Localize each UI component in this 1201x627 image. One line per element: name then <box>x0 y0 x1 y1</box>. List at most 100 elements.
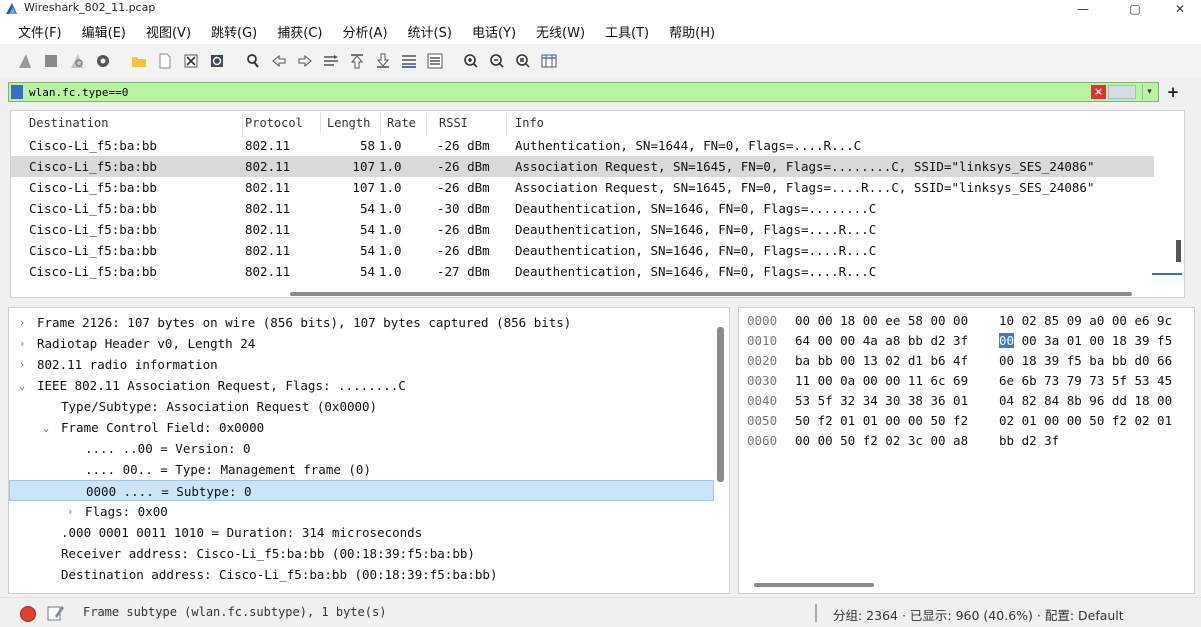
go-forward-icon[interactable] <box>294 50 316 72</box>
filter-history-chevron-down-icon[interactable]: ▾ <box>1142 84 1156 100</box>
column-header-rssi[interactable]: RSSI <box>431 113 507 133</box>
hex-row[interactable]: 0010 64 00 00 4a a8 bb d2 3f 00 00 3a 01 0… <box>739 331 1194 351</box>
collapsed-chevron-right-icon[interactable]: › <box>63 501 77 522</box>
column-header-destination[interactable]: Destination <box>21 113 243 133</box>
cell-protocol: 802.11 <box>245 180 291 195</box>
cell-info: Association Request, SN=1645, FN=0, Flag… <box>515 180 1095 195</box>
resize-columns-icon[interactable] <box>538 50 560 72</box>
column-header-info[interactable]: Info <box>507 113 1153 133</box>
hex-row[interactable]: 0060 00 00 50 f2 02 3c 00 a8 bb d2 3f <box>739 431 1194 451</box>
minimize-button[interactable]: — <box>1063 0 1103 18</box>
hex-selected-byte[interactable]: 00 <box>999 333 1015 348</box>
collapsed-chevron-right-icon[interactable]: › <box>15 333 29 354</box>
cell-rate: 1.0 <box>379 159 402 174</box>
detail-tree-item[interactable]: Receiver address: Cisco-Li_f5:ba:bb (00:… <box>9 543 714 564</box>
clear-filter-icon[interactable]: × <box>1091 85 1106 99</box>
packet-row[interactable]: Cisco-Li_f5:ba:bb 802.11 54 1.0 -30 dBm Deaut… <box>11 198 1154 219</box>
detail-tree-label: .000 0001 0011 1010 = Duration: 314 micr… <box>61 525 423 540</box>
column-header-rate[interactable]: Rate <box>379 113 427 133</box>
column-header-length[interactable]: Length <box>319 113 381 133</box>
detail-tree-item[interactable]: 0000 .... = Subtype: 0 <box>9 480 714 501</box>
details-scroll-thumb[interactable] <box>717 327 724 482</box>
detail-tree-item[interactable]: › 802.11 radio information <box>9 354 714 375</box>
menu-view[interactable]: 视图(V) <box>136 22 201 41</box>
packet-row[interactable]: Cisco-Li_f5:ba:bb 802.11 54 1.0 -27 dBm Deaut… <box>11 261 1154 282</box>
hex-row[interactable]: 0050 50 f2 01 01 00 00 50 f2 02 01 00 00 5… <box>739 411 1194 431</box>
filter-bookmark-icon[interactable] <box>11 85 23 99</box>
detail-tree-item[interactable]: ⌄ IEEE 802.11 Association Request, Flags:… <box>9 375 714 396</box>
cell-protocol: 802.11 <box>245 243 291 258</box>
menu-statistics[interactable]: 统计(S) <box>398 22 462 41</box>
packet-list-vertical-scrollbar[interactable] <box>1154 111 1184 297</box>
expanded-chevron-down-icon[interactable]: ⌄ <box>15 375 29 396</box>
menu-file[interactable]: 文件(F) <box>8 22 72 41</box>
packet-row[interactable]: Cisco-Li_f5:ba:bb 802.11 107 1.0 -26 dBm Asso… <box>11 156 1154 177</box>
menu-help[interactable]: 帮助(H) <box>659 22 725 41</box>
hex-row[interactable]: 0000 00 00 18 00 ee 58 00 00 10 02 85 09 a… <box>739 311 1194 331</box>
status-packet-stats: 分组: 2364 · 已显示: 960 (40.6%) · 配置: Defaul… <box>833 608 1124 623</box>
zoom-in-icon[interactable] <box>460 50 482 72</box>
packet-list-horizontal-scrollbar[interactable] <box>290 292 1132 296</box>
reload-icon[interactable] <box>206 50 228 72</box>
go-last-icon[interactable] <box>372 50 394 72</box>
packet-row[interactable]: Cisco-Li_f5:ba:bb 802.11 54 1.0 -26 dBm Deaut… <box>11 240 1154 261</box>
colorize-icon[interactable] <box>424 50 446 72</box>
packet-row[interactable]: Cisco-Li_f5:ba:bb 802.11 107 1.0 -26 dBm Asso… <box>11 177 1154 198</box>
hex-row[interactable]: 0020 ba bb 00 13 02 d1 b6 4f 00 18 39 f5 b… <box>739 351 1194 371</box>
expanded-chevron-down-icon[interactable]: ⌄ <box>39 417 53 438</box>
open-folder-icon[interactable] <box>128 50 150 72</box>
detail-tree-item[interactable]: › Flags: 0x00 <box>9 501 714 522</box>
close-file-icon[interactable] <box>180 50 202 72</box>
menu-analyze[interactable]: 分析(A) <box>332 22 397 41</box>
collapsed-chevron-right-icon[interactable]: › <box>15 312 29 333</box>
detail-tree-item[interactable]: .... 00.. = Type: Management frame (0) <box>9 459 714 480</box>
menu-edit[interactable]: 编辑(E) <box>72 22 136 41</box>
auto-scroll-icon[interactable] <box>398 50 420 72</box>
menu-go[interactable]: 跳转(G) <box>201 22 267 41</box>
detail-tree-item[interactable]: .... ..00 = Version: 0 <box>9 438 714 459</box>
detail-tree-item[interactable]: › Radiotap Header v0, Length 24 <box>9 333 714 354</box>
menu-tools[interactable]: 工具(T) <box>595 22 659 41</box>
save-file-icon[interactable] <box>154 50 176 72</box>
packet-row[interactable]: Cisco-Li_f5:ba:bb 802.11 58 1.0 -26 dBm Authe… <box>11 135 1154 156</box>
menu-wireless[interactable]: 无线(W) <box>526 22 595 41</box>
detail-tree-item[interactable]: Destination address: Cisco-Li_f5:ba:bb (… <box>9 564 714 585</box>
go-to-packet-icon[interactable] <box>320 50 342 72</box>
menu-telephony[interactable]: 电话(Y) <box>462 22 526 41</box>
find-packet-icon[interactable] <box>242 50 264 72</box>
column-header-protocol[interactable]: Protocol <box>237 113 321 133</box>
go-first-icon[interactable] <box>346 50 368 72</box>
capture-comment-pencil-icon[interactable] <box>47 604 65 622</box>
display-filter-input[interactable] <box>29 84 1079 100</box>
restart-fin-icon[interactable] <box>66 50 88 72</box>
detail-tree-item[interactable]: .000 0001 0011 1010 = Duration: 314 micr… <box>9 522 714 543</box>
collapsed-chevron-right-icon[interactable]: › <box>15 354 29 375</box>
bytes-horizontal-scrollbar[interactable] <box>754 583 874 587</box>
detail-tree-item[interactable]: ⌄ Frame Control Field: 0x0000 <box>9 417 714 438</box>
hex-row[interactable]: 0040 53 5f 32 34 30 38 36 01 04 82 84 8b 9… <box>739 391 1194 411</box>
restore-button[interactable]: ▢ <box>1115 0 1155 18</box>
hex-row[interactable]: 0030 11 00 0a 00 00 11 6c 69 6e 6b 73 79 7… <box>739 371 1194 391</box>
packet-list-scroll-thumb[interactable] <box>1176 240 1181 262</box>
cell-rssi: -26 dBm <box>437 138 490 153</box>
packet-bytes-pane[interactable]: 0000 00 00 18 00 ee 58 00 00 10 02 85 09 a… <box>738 307 1195 594</box>
packet-list[interactable]: Destination Protocol Length Rate RSSI In… <box>10 110 1185 298</box>
apply-filter-arrow-icon[interactable] <box>1108 85 1136 99</box>
add-filter-button-plus-icon[interactable]: + <box>1165 82 1181 102</box>
packet-row[interactable]: Cisco-Li_f5:ba:bb 802.11 54 1.0 -26 dBm Deaut… <box>11 219 1154 240</box>
detail-tree-item[interactable]: Type/Subtype: Association Request (0x000… <box>9 396 714 417</box>
go-back-icon[interactable] <box>268 50 290 72</box>
menu-capture[interactable]: 捕获(C) <box>267 22 332 41</box>
packet-details-tree[interactable]: › Frame 2126: 107 bytes on wire (856 bits… <box>8 307 730 594</box>
menu-bar: 文件(F) 编辑(E) 视图(V) 跳转(G) 捕获(C) 分析(A) 统计(S… <box>0 18 1201 44</box>
normal-size-icon[interactable] <box>512 50 534 72</box>
stop-square-icon[interactable] <box>40 50 62 72</box>
zoom-out-icon[interactable] <box>486 50 508 72</box>
cell-protocol: 802.11 <box>245 159 291 174</box>
shark-fin-start-icon[interactable] <box>14 50 36 72</box>
capture-options-gear-icon[interactable] <box>92 50 114 72</box>
close-window-button[interactable]: ✕ <box>1160 0 1200 18</box>
detail-tree-label: Type/Subtype: Association Request (0x000… <box>61 399 378 414</box>
expert-info-led-icon[interactable] <box>20 606 36 622</box>
detail-tree-item[interactable]: › Frame 2126: 107 bytes on wire (856 bits… <box>9 312 714 333</box>
